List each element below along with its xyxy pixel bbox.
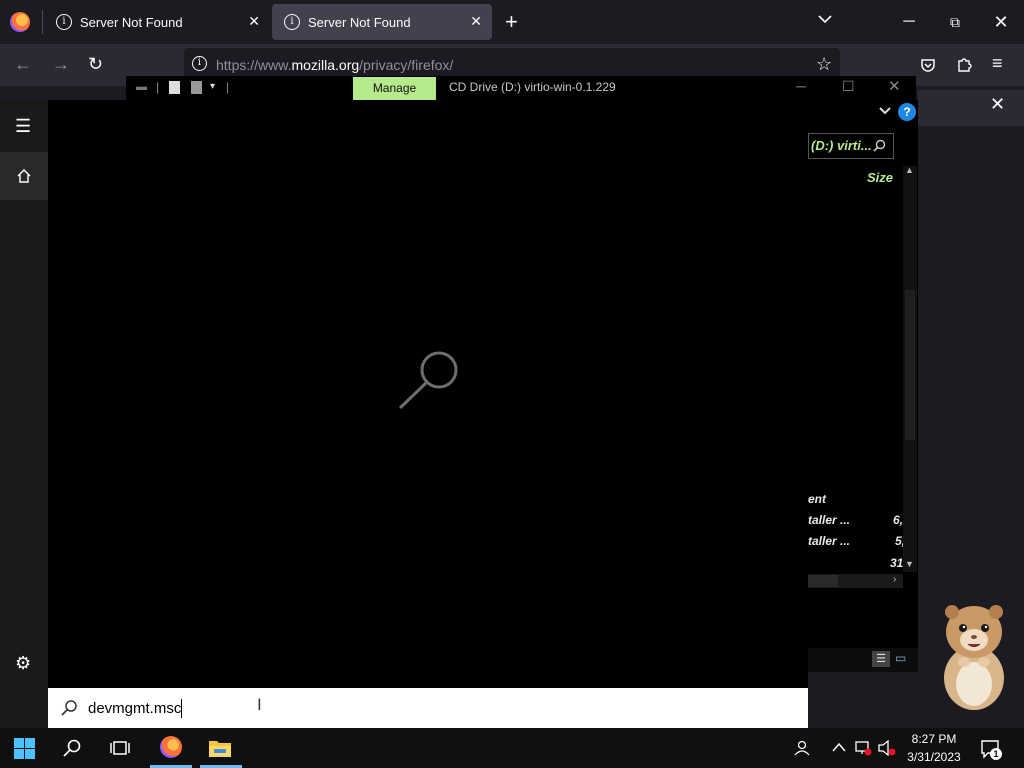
scrollbar-thumb[interactable]	[905, 290, 915, 440]
app-menu-icon[interactable]: ≡	[992, 53, 1003, 74]
reload-icon[interactable]: ↻	[88, 54, 103, 75]
customize-toolbar-icon[interactable]: ▾	[210, 81, 215, 92]
bookmark-star-icon[interactable]: ☆	[816, 54, 832, 75]
back-arrow-icon[interactable]: ←	[14, 54, 32, 75]
search-icon	[61, 700, 77, 716]
task-view-icon[interactable]	[110, 739, 130, 757]
text-caret	[181, 699, 182, 718]
search-box-text: (D:) virti...	[811, 138, 872, 153]
url-prefix: https://www.	[216, 57, 292, 73]
url-domain: mozilla.org	[291, 57, 360, 73]
magnifier-illustration-icon	[398, 351, 458, 410]
toolbar-divider: |	[226, 80, 230, 94]
toolbar-divider: |	[156, 80, 160, 94]
pocket-icon[interactable]	[920, 57, 936, 73]
tab-title: Server Not Found	[308, 14, 411, 30]
list-all-tabs-icon[interactable]	[818, 12, 832, 26]
show-hidden-icons-chevron-icon[interactable]	[832, 742, 846, 752]
tab-server-not-found-2[interactable]: i Server Not Found ✕	[272, 4, 492, 40]
size-column-header[interactable]: Size	[867, 170, 893, 185]
scroll-right-icon[interactable]: ›	[893, 574, 896, 585]
file-row-name[interactable]: taller ...	[808, 513, 850, 527]
url-path: /privacy/firefox/	[359, 57, 454, 73]
explorer-app-icon: ▬	[136, 81, 147, 93]
taskbar-clock-time[interactable]: 8:27 PM	[904, 732, 964, 746]
file-row-size: 6,	[893, 513, 904, 527]
file-row-name[interactable]: ent	[808, 492, 826, 506]
horizontal-scrollbar-thumb[interactable]	[808, 575, 838, 587]
manage-ribbon-tab[interactable]: Manage	[353, 77, 436, 100]
details-view-icon[interactable]: ☰	[872, 651, 890, 667]
firefox-logo-icon	[10, 12, 30, 32]
scroll-up-icon[interactable]: ▲	[905, 165, 914, 175]
info-icon: i	[56, 14, 72, 30]
expand-menu-icon[interactable]: ☰	[15, 116, 31, 137]
tab-server-not-found-1[interactable]: i Server Not Found ✕	[44, 4, 270, 40]
info-icon: i	[284, 14, 300, 30]
expand-ribbon-icon[interactable]	[879, 106, 891, 116]
help-icon[interactable]: ?	[898, 103, 916, 121]
taskbar-search-icon[interactable]	[62, 738, 82, 758]
close-tab-icon[interactable]: ✕	[248, 13, 260, 30]
close-notification-icon[interactable]: ✕	[990, 94, 1005, 115]
firefox-taskbar-icon[interactable]	[160, 736, 182, 758]
restore-window-button[interactable]: ⧉	[932, 0, 978, 44]
new-tab-button[interactable]: +	[505, 9, 518, 35]
scroll-down-icon[interactable]: ▼	[905, 559, 914, 569]
search-icon[interactable]	[873, 139, 886, 152]
site-info-icon[interactable]: i	[192, 56, 207, 71]
file-row-name[interactable]: taller ...	[808, 534, 850, 548]
network-disconnected-icon[interactable]	[854, 740, 872, 756]
taskbar-clock-date[interactable]: 3/31/2023	[904, 750, 964, 764]
home-icon[interactable]	[16, 168, 32, 184]
extensions-icon[interactable]	[956, 56, 972, 72]
explorer-maximize-button[interactable]: ☐	[842, 78, 855, 95]
close-window-button[interactable]: ✕	[978, 0, 1024, 44]
search-query-text[interactable]: devmgmt.msc	[88, 700, 181, 717]
notification-count-badge: 1	[990, 748, 1002, 760]
explorer-close-button[interactable]: ✕	[888, 77, 901, 95]
windows-start-icon[interactable]	[14, 738, 35, 759]
volume-muted-icon[interactable]	[878, 740, 896, 756]
explorer-window-title: CD Drive (D:) virtio-win-0.1.229	[449, 80, 616, 94]
new-folder-icon[interactable]	[191, 81, 202, 94]
file-explorer-taskbar-icon[interactable]	[208, 738, 232, 758]
ibeam-cursor-icon: I	[257, 695, 262, 714]
minimize-window-button[interactable]: ─	[886, 0, 932, 44]
tab-separator	[42, 10, 43, 34]
forward-arrow-icon[interactable]: →	[52, 54, 70, 75]
tab-title: Server Not Found	[80, 14, 183, 30]
people-icon[interactable]	[794, 740, 812, 756]
settings-gear-icon[interactable]: ⚙	[15, 653, 31, 674]
properties-icon[interactable]	[169, 81, 180, 94]
explorer-minimize-button[interactable]: ─	[796, 78, 806, 94]
large-icons-view-icon[interactable]: ▭	[895, 651, 911, 665]
close-tab-icon[interactable]: ✕	[470, 13, 482, 30]
hamster-sticker-image	[944, 605, 1004, 710]
notification-bar	[918, 90, 1024, 126]
